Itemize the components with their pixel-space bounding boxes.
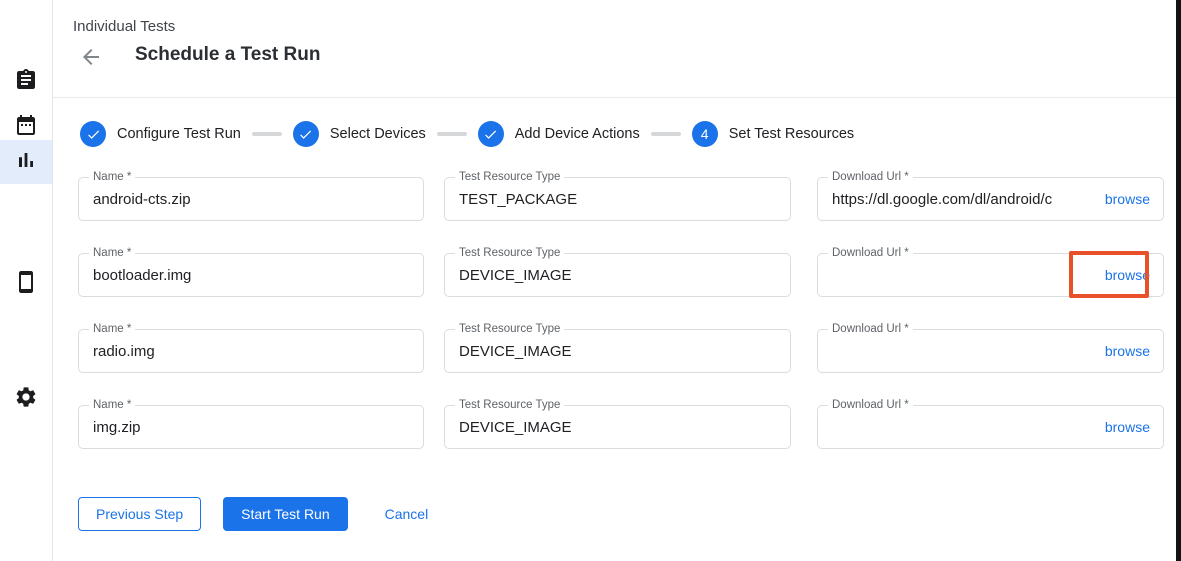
calendar-plans-icon: [14, 113, 38, 142]
resource-type-field: Test Resource Type: [444, 177, 791, 221]
download-url-field: Download Url * browse: [817, 177, 1164, 221]
name-field: Name *: [78, 177, 424, 221]
name-field: Name *: [78, 329, 424, 373]
step-number-badge: 4: [692, 121, 718, 147]
resource-type-field: Test Resource Type: [444, 405, 791, 449]
resource-row: Name * Test Resource Type Download Url *…: [78, 329, 1164, 373]
smartphone-devices-icon: [14, 270, 38, 299]
form-actions: Previous Step Start Test Run Cancel: [78, 497, 445, 531]
settings-gear-icon: [14, 385, 38, 414]
name-field: Name *: [78, 405, 424, 449]
resource-type-field-label: Test Resource Type: [455, 323, 564, 336]
step-connector: [252, 132, 282, 136]
browse-link[interactable]: browse: [1105, 191, 1150, 207]
resource-type-input[interactable]: [445, 406, 790, 448]
resource-type-field-label: Test Resource Type: [455, 399, 564, 412]
step-complete-check-icon: [478, 121, 504, 147]
name-field-label: Name *: [89, 323, 135, 336]
header-divider: [53, 97, 1176, 98]
previous-step-button[interactable]: Previous Step: [78, 497, 201, 531]
stepper: Configure Test Run Select Devices Add De…: [80, 121, 854, 147]
sidebar: [0, 0, 53, 561]
start-test-run-button[interactable]: Start Test Run: [223, 497, 347, 531]
download-url-field: Download Url * browse: [817, 253, 1164, 297]
resource-type-input[interactable]: [445, 254, 790, 296]
step-label: Set Test Resources: [729, 126, 854, 142]
name-input[interactable]: [79, 330, 423, 372]
name-input[interactable]: [79, 254, 423, 296]
sidebar-item-test-runs[interactable]: [0, 140, 52, 184]
cancel-button[interactable]: Cancel: [368, 497, 446, 531]
download-url-field: Download Url * browse: [817, 405, 1164, 449]
sidebar-item-settings[interactable]: [0, 377, 52, 421]
download-url-field-label: Download Url *: [828, 247, 913, 260]
download-url-field: Download Url * browse: [817, 329, 1164, 373]
step-connector: [437, 132, 467, 136]
browse-link[interactable]: browse: [1105, 419, 1150, 435]
clipboard-tests-icon: [14, 68, 38, 97]
sidebar-item-tests[interactable]: [0, 60, 52, 104]
name-input[interactable]: [79, 406, 423, 448]
name-field-label: Name *: [89, 399, 135, 412]
step-complete-check-icon: [80, 121, 106, 147]
download-url-field-label: Download Url *: [828, 399, 913, 412]
step-complete-check-icon: [293, 121, 319, 147]
resource-row: Name * Test Resource Type Download Url *…: [78, 177, 1164, 221]
step-label: Configure Test Run: [117, 126, 241, 142]
download-url-field-label: Download Url *: [828, 323, 913, 336]
resource-type-field: Test Resource Type: [444, 329, 791, 373]
step-select-devices[interactable]: Select Devices: [293, 121, 426, 147]
page-title: Schedule a Test Run: [135, 44, 320, 66]
resource-type-field-label: Test Resource Type: [455, 171, 564, 184]
breadcrumb-section-label: Individual Tests: [73, 18, 175, 35]
step-label: Select Devices: [330, 126, 426, 142]
step-label: Add Device Actions: [515, 126, 640, 142]
step-set-test-resources[interactable]: 4 Set Test Resources: [692, 121, 854, 147]
name-input[interactable]: [79, 178, 423, 220]
window-right-edge: [1176, 0, 1181, 561]
resource-row: Name * Test Resource Type Download Url *…: [78, 253, 1164, 297]
name-field-label: Name *: [89, 247, 135, 260]
sidebar-item-devices[interactable]: [0, 262, 52, 306]
resource-type-input[interactable]: [445, 178, 790, 220]
step-add-device-actions[interactable]: Add Device Actions: [478, 121, 640, 147]
resource-type-field-label: Test Resource Type: [455, 247, 564, 260]
bar-chart-test-runs-icon: [14, 148, 38, 177]
resource-type-input[interactable]: [445, 330, 790, 372]
download-url-field-label: Download Url *: [828, 171, 913, 184]
browse-link[interactable]: browse: [1105, 267, 1150, 283]
name-field-label: Name *: [89, 171, 135, 184]
browse-link[interactable]: browse: [1105, 343, 1150, 359]
back-arrow-icon[interactable]: [78, 44, 104, 70]
resource-type-field: Test Resource Type: [444, 253, 791, 297]
schedule-test-run-page: Individual Tests Schedule a Test Run Con…: [0, 0, 1181, 561]
test-resources-form: Name * Test Resource Type Download Url *…: [78, 177, 1164, 481]
step-configure-test-run[interactable]: Configure Test Run: [80, 121, 241, 147]
step-connector: [651, 132, 681, 136]
name-field: Name *: [78, 253, 424, 297]
resource-row: Name * Test Resource Type Download Url *…: [78, 405, 1164, 449]
